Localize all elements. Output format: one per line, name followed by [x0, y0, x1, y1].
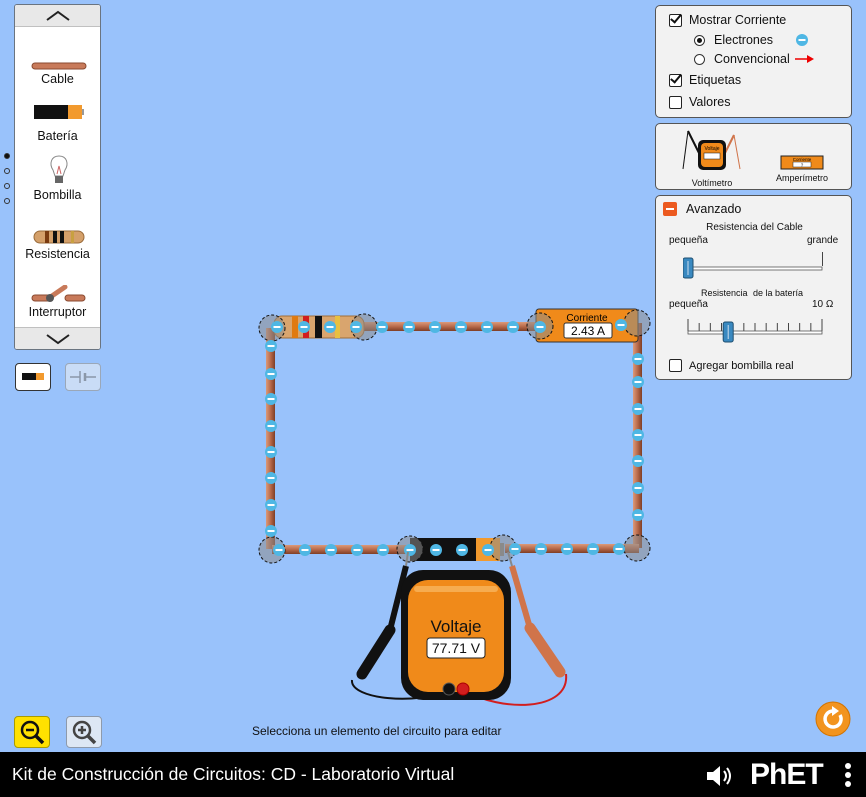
electron	[298, 321, 310, 333]
reset-icon	[815, 701, 851, 737]
electron	[271, 321, 283, 333]
electron	[482, 544, 494, 556]
electron	[299, 544, 311, 556]
electron	[429, 321, 441, 333]
speaker-icon[interactable]	[703, 763, 737, 789]
electron	[632, 429, 644, 441]
electron	[265, 472, 277, 484]
electron	[351, 544, 363, 556]
navigation-bar: Kit de Construcción de Circuitos: CD - L…	[0, 752, 866, 797]
electron	[430, 544, 442, 556]
ammeter-label: Corriente	[566, 313, 608, 324]
electron	[265, 446, 277, 458]
zoom-out-button[interactable]	[14, 716, 50, 748]
electron	[324, 321, 336, 333]
electron	[615, 319, 627, 331]
electron	[265, 420, 277, 432]
electron	[377, 544, 389, 556]
electron	[632, 509, 644, 521]
electron	[534, 321, 546, 333]
reset-all-button[interactable]	[815, 701, 851, 737]
electron	[273, 544, 285, 556]
electron	[404, 544, 416, 556]
voltmeter-value: 77.71 V	[432, 640, 481, 656]
electron	[265, 393, 277, 405]
electron	[481, 321, 493, 333]
sim-title: Kit de Construcción de Circuitos: CD - L…	[12, 764, 455, 784]
zoom-in-icon	[72, 720, 97, 745]
electron	[265, 340, 277, 352]
electron	[403, 321, 415, 333]
electron	[613, 543, 625, 555]
menu-kebab-icon[interactable]	[842, 762, 854, 790]
status-message: Selecciona un elemento del circuito para…	[252, 724, 502, 738]
electron	[632, 482, 644, 494]
circuit-canvas: Corriente 2.43 A Voltaje 77.71 V	[258, 308, 651, 706]
zoom-in-button[interactable]	[66, 716, 102, 748]
electron	[632, 353, 644, 365]
wire-bottom-left[interactable]	[272, 545, 410, 554]
electron	[587, 543, 599, 555]
electron	[632, 403, 644, 415]
circuit-vertices[interactable]	[258, 309, 651, 564]
voltmeter-label: Voltaje	[430, 617, 481, 636]
electron	[632, 376, 644, 388]
wire-left[interactable]	[266, 328, 275, 549]
electron	[325, 544, 337, 556]
circuit-vertex[interactable]	[623, 309, 651, 337]
electron	[350, 321, 362, 333]
electron	[455, 321, 467, 333]
ammeter-value: 2.43 A	[571, 324, 605, 338]
circuit-vertex[interactable]	[623, 534, 651, 562]
electrons-layer	[265, 319, 644, 556]
phet-logo[interactable]: PhET	[750, 758, 824, 792]
electron	[456, 544, 468, 556]
electron	[507, 321, 519, 333]
electron	[265, 499, 277, 511]
electron	[376, 321, 388, 333]
zoom-out-icon	[20, 720, 45, 745]
electron	[509, 543, 521, 555]
electron	[561, 543, 573, 555]
electron	[535, 543, 547, 555]
electron	[632, 455, 644, 467]
voltmeter-in-circuit[interactable]: Voltaje 77.71 V	[401, 570, 511, 700]
electron	[265, 525, 277, 537]
electron	[265, 368, 277, 380]
